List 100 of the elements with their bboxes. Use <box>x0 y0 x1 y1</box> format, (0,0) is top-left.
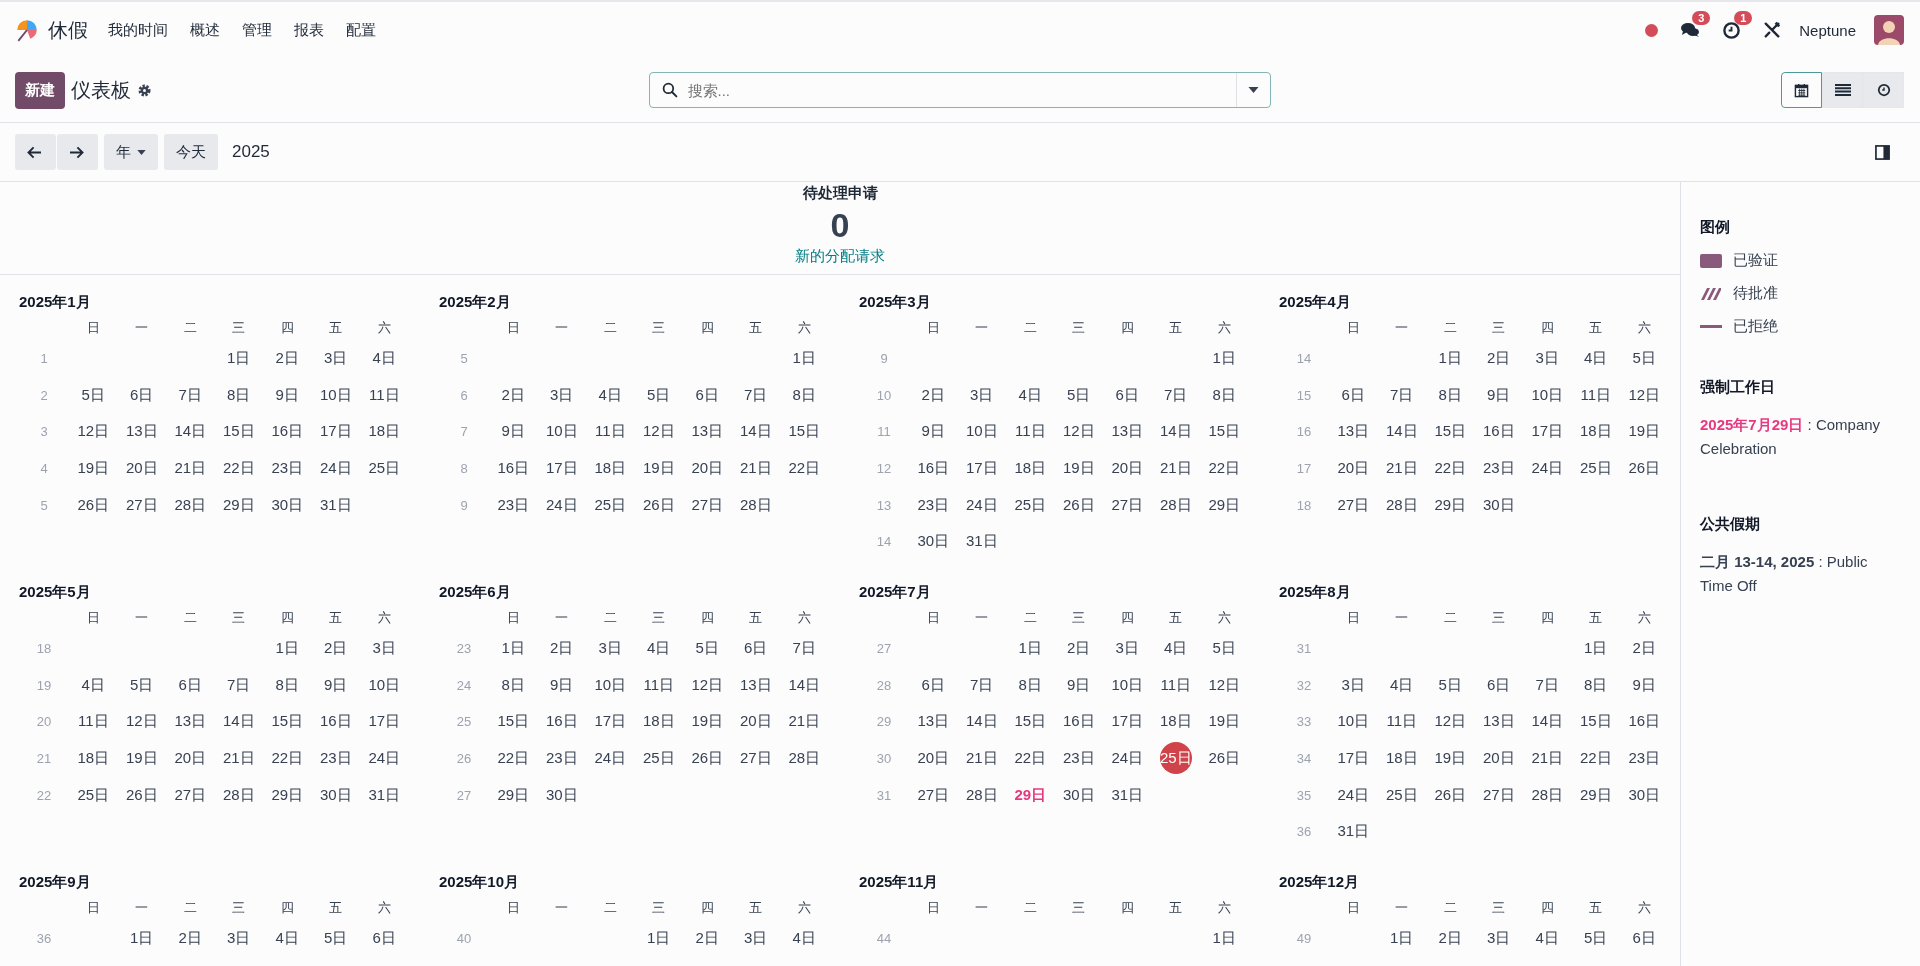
calendar-day[interactable]: 30日 <box>917 532 950 552</box>
calendar-day[interactable]: 16日 <box>271 422 304 442</box>
app-name[interactable]: 休假 <box>48 16 88 44</box>
calendar-day[interactable]: 10日 <box>319 385 352 405</box>
calendar-day[interactable]: 18日 <box>1014 458 1047 478</box>
calendar-day[interactable]: 15日 <box>1579 712 1612 732</box>
calendar-day[interactable]: 18日 <box>368 422 401 442</box>
calendar-day[interactable]: 22日 <box>788 458 821 478</box>
calendar-day[interactable]: 20日 <box>917 748 950 768</box>
calendar-day[interactable]: 16日 <box>319 712 352 732</box>
calendar-day[interactable]: 16日 <box>1482 422 1515 442</box>
calendar-day[interactable]: 4日 <box>792 928 816 948</box>
calendar-day[interactable]: 24日 <box>1111 748 1144 768</box>
menu-item[interactable]: 概述 <box>190 20 220 40</box>
calendar-day[interactable]: 12日 <box>1208 675 1241 695</box>
status-dot[interactable] <box>1645 23 1659 37</box>
calendar-day[interactable]: 10日 <box>594 675 627 695</box>
calendar-day[interactable]: 23日 <box>271 458 304 478</box>
calendar-day[interactable]: 10日 <box>545 422 578 442</box>
calendar-day[interactable]: 13日 <box>917 712 950 732</box>
calendar-day[interactable]: 4日 <box>1584 348 1608 368</box>
calendar-day[interactable]: 23日 <box>319 748 352 768</box>
chat-bubbles-icon[interactable] <box>1680 21 1701 39</box>
calendar-day[interactable]: 16日 <box>497 458 530 478</box>
calendar-day[interactable]: 2日 <box>1067 638 1091 658</box>
calendar-day[interactable]: 13日 <box>1337 422 1370 442</box>
calendar-day[interactable]: 22日 <box>497 748 530 768</box>
calendar-day[interactable]: 12日 <box>642 422 675 442</box>
calendar-day[interactable]: 2日 <box>178 928 202 948</box>
calendar-day[interactable]: 24日 <box>965 495 998 515</box>
calendar-day[interactable]: 1日 <box>1584 638 1608 658</box>
calendar-day[interactable]: 23日 <box>545 748 578 768</box>
calendar-day[interactable]: 20日 <box>125 458 158 478</box>
calendar-day[interactable]: 23日 <box>1062 748 1095 768</box>
tools-icon[interactable] <box>1763 21 1782 39</box>
calendar-day[interactable]: 17日 <box>545 458 578 478</box>
calendar-day[interactable]: 8日 <box>1212 385 1236 405</box>
calendar-day[interactable]: 21日 <box>174 458 207 478</box>
calendar-day[interactable]: 25日 <box>1579 458 1612 478</box>
calendar-day[interactable]: 11日 <box>1386 712 1418 732</box>
calendar-day[interactable]: 17日 <box>1531 422 1564 442</box>
calendar-day[interactable]: 4日 <box>1018 385 1042 405</box>
calendar-day[interactable]: 17日 <box>1111 712 1144 732</box>
calendar-day[interactable]: 9日 <box>324 675 348 695</box>
calendar-day[interactable]: 5日 <box>1584 928 1608 948</box>
calendar-day[interactable]: 27日 <box>125 495 158 515</box>
calendar-day[interactable]: 19日 <box>1628 422 1661 442</box>
calendar-day[interactable]: 30日 <box>319 785 352 805</box>
calendar-day[interactable]: 4日 <box>647 638 671 658</box>
calendar-day[interactable]: 20日 <box>1482 748 1515 768</box>
today-button[interactable]: 今天 <box>164 134 218 170</box>
search-field[interactable]: 搜索... <box>685 80 1236 100</box>
calendar-day[interactable]: 2日 <box>1487 348 1511 368</box>
calendar-day[interactable]: 1日 <box>1212 348 1236 368</box>
calendar-day[interactable]: 27日 <box>917 785 950 805</box>
calendar-day[interactable]: 26日 <box>691 748 724 768</box>
calendar-day[interactable]: 3日 <box>372 638 396 658</box>
menu-item[interactable]: 配置 <box>346 20 376 40</box>
calendar-day[interactable]: 25日 <box>1014 495 1047 515</box>
calendar-day[interactable]: 15日 <box>497 712 530 732</box>
calendar-day[interactable]: 19日 <box>1208 712 1241 732</box>
scale-dropdown[interactable]: 年 <box>104 134 158 170</box>
calendar-day[interactable]: 2日 <box>501 385 525 405</box>
calendar-day[interactable]: 7日 <box>1164 385 1188 405</box>
calendar-day[interactable]: 5日 <box>1067 385 1091 405</box>
calendar-day[interactable]: 21日 <box>965 748 998 768</box>
calendar-day[interactable]: 18日 <box>1159 712 1192 732</box>
calendar-day[interactable]: 27日 <box>691 495 724 515</box>
calendar-day[interactable]: 6日 <box>695 385 719 405</box>
calendar-day[interactable]: 28日 <box>222 785 255 805</box>
calendar-day[interactable]: 1日 <box>792 348 816 368</box>
calendar-day[interactable]: 21日 <box>1385 458 1418 478</box>
calendar-day[interactable]: 20日 <box>691 458 724 478</box>
menu-item[interactable]: 我的时间 <box>108 20 168 40</box>
calendar-day[interactable]: 31日 <box>965 532 998 552</box>
settings-icon[interactable] <box>137 82 152 98</box>
calendar-day[interactable]: 12日 <box>125 712 158 732</box>
calendar-day[interactable]: 23日 <box>497 495 530 515</box>
calendar-day[interactable]: 24日 <box>319 458 352 478</box>
calendar-day[interactable]: 1日 <box>275 638 299 658</box>
calendar-day[interactable]: 5日 <box>647 385 671 405</box>
calendar-day[interactable]: 4日 <box>1390 675 1414 695</box>
calendar-day[interactable]: 22日 <box>1434 458 1467 478</box>
umbrella-logo-icon[interactable] <box>14 17 40 43</box>
calendar-day[interactable]: 16日 <box>917 458 950 478</box>
previous-button[interactable] <box>15 134 56 170</box>
calendar-day[interactable]: 1日 <box>227 348 251 368</box>
next-button[interactable] <box>57 134 98 170</box>
calendar-day[interactable]: 29日 <box>1014 785 1047 805</box>
calendar-day[interactable]: 28日 <box>174 495 207 515</box>
calendar-day[interactable]: 3日 <box>1341 675 1365 695</box>
calendar-day[interactable]: 28日 <box>1385 495 1418 515</box>
calendar-day[interactable]: 22日 <box>1579 748 1612 768</box>
calendar-day[interactable]: 5日 <box>81 385 105 405</box>
calendar-day[interactable]: 2日 <box>324 638 348 658</box>
calendar-day[interactable]: 23日 <box>1482 458 1515 478</box>
calendar-day[interactable]: 11日 <box>368 385 400 405</box>
calendar-day[interactable]: 16日 <box>1062 712 1095 732</box>
calendar-day[interactable]: 14日 <box>739 422 772 442</box>
calendar-day[interactable]: 3日 <box>324 348 348 368</box>
